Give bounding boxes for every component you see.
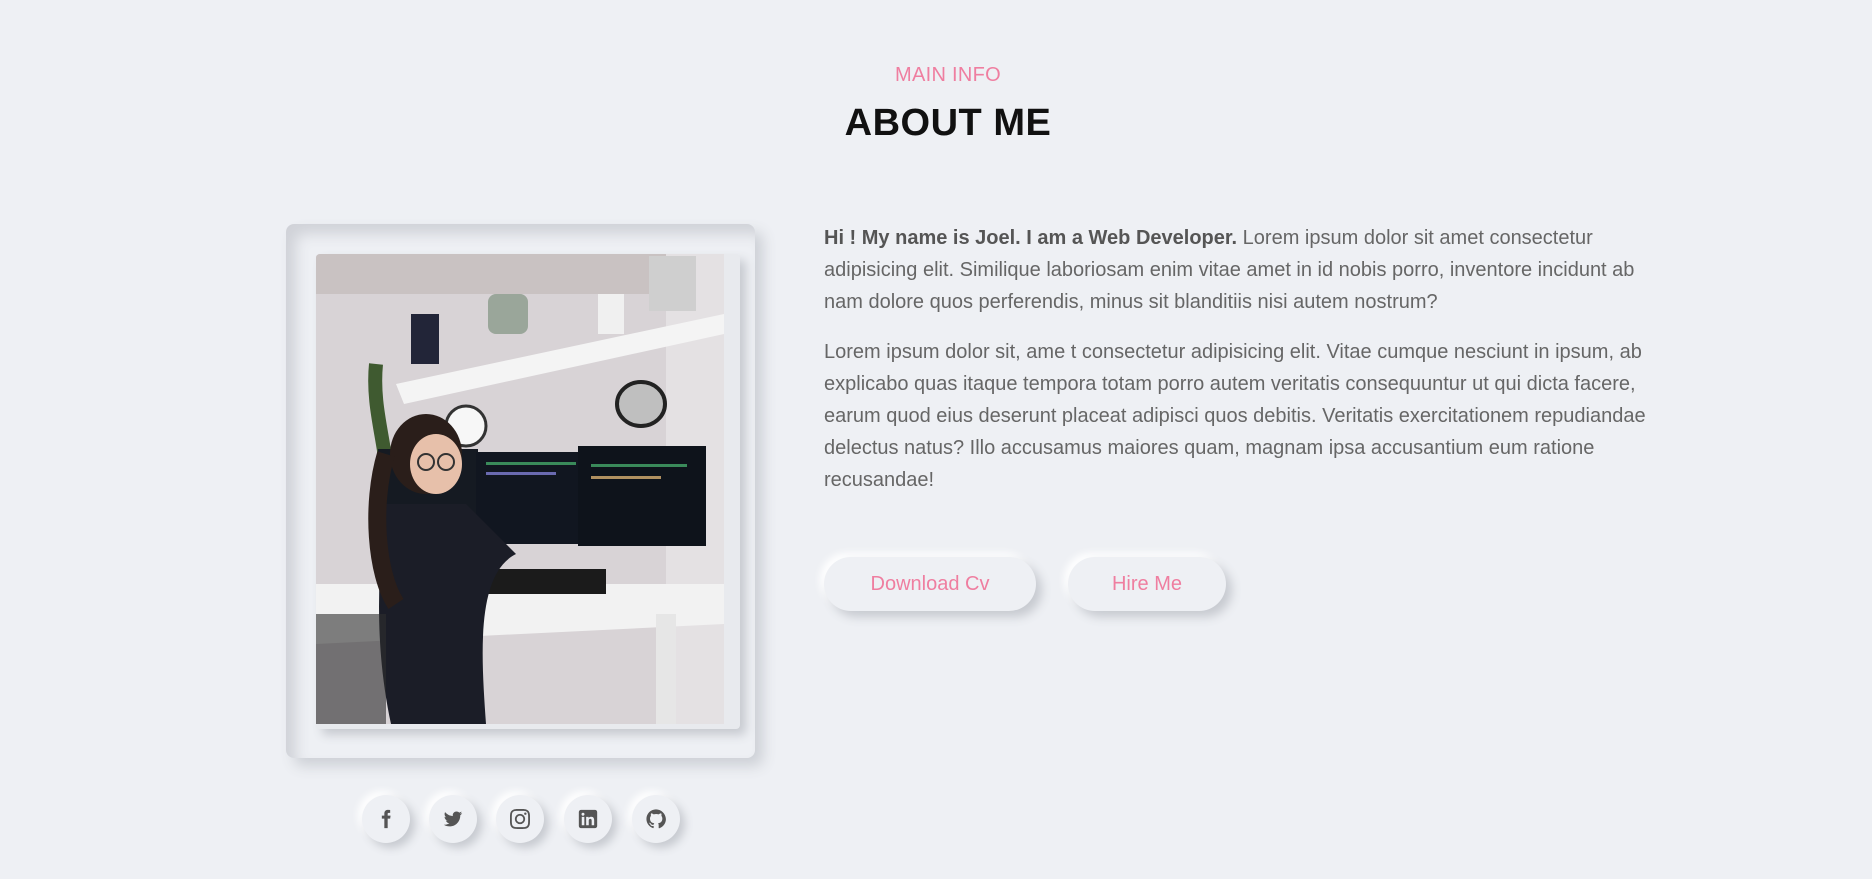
about-second-paragraph: Lorem ipsum dolor sit, ame t consectetur… [824, 341, 1646, 491]
download-cv-button[interactable]: Download Cv [824, 557, 1036, 611]
profile-photo [316, 254, 724, 724]
about-intro-highlight: Hi ! My name is Joel. I am a Web Develop… [824, 227, 1238, 249]
section-header: MAIN INFO ABOUT ME [0, 64, 1872, 145]
section-title: ABOUT ME [844, 102, 1052, 144]
twitter-link[interactable] [429, 795, 477, 843]
section-subtitle: MAIN INFO [894, 64, 1002, 86]
linkedin-icon [578, 809, 598, 829]
about-text: Hi ! My name is Joel. I am a Web Develop… [824, 222, 1646, 514]
twitter-icon [443, 811, 463, 827]
instagram-icon [510, 809, 530, 829]
facebook-link[interactable] [362, 795, 410, 843]
instagram-link[interactable] [496, 795, 544, 843]
hire-me-button[interactable]: Hire Me [1068, 557, 1226, 611]
github-icon [646, 809, 666, 829]
facebook-icon [381, 809, 391, 829]
about-intro-paragraph: Hi ! My name is Joel. I am a Web Develop… [824, 222, 1646, 318]
profile-photo-card [286, 224, 755, 758]
github-link[interactable] [632, 795, 680, 843]
profile-photo-frame [316, 254, 740, 729]
linkedin-link[interactable] [564, 795, 612, 843]
